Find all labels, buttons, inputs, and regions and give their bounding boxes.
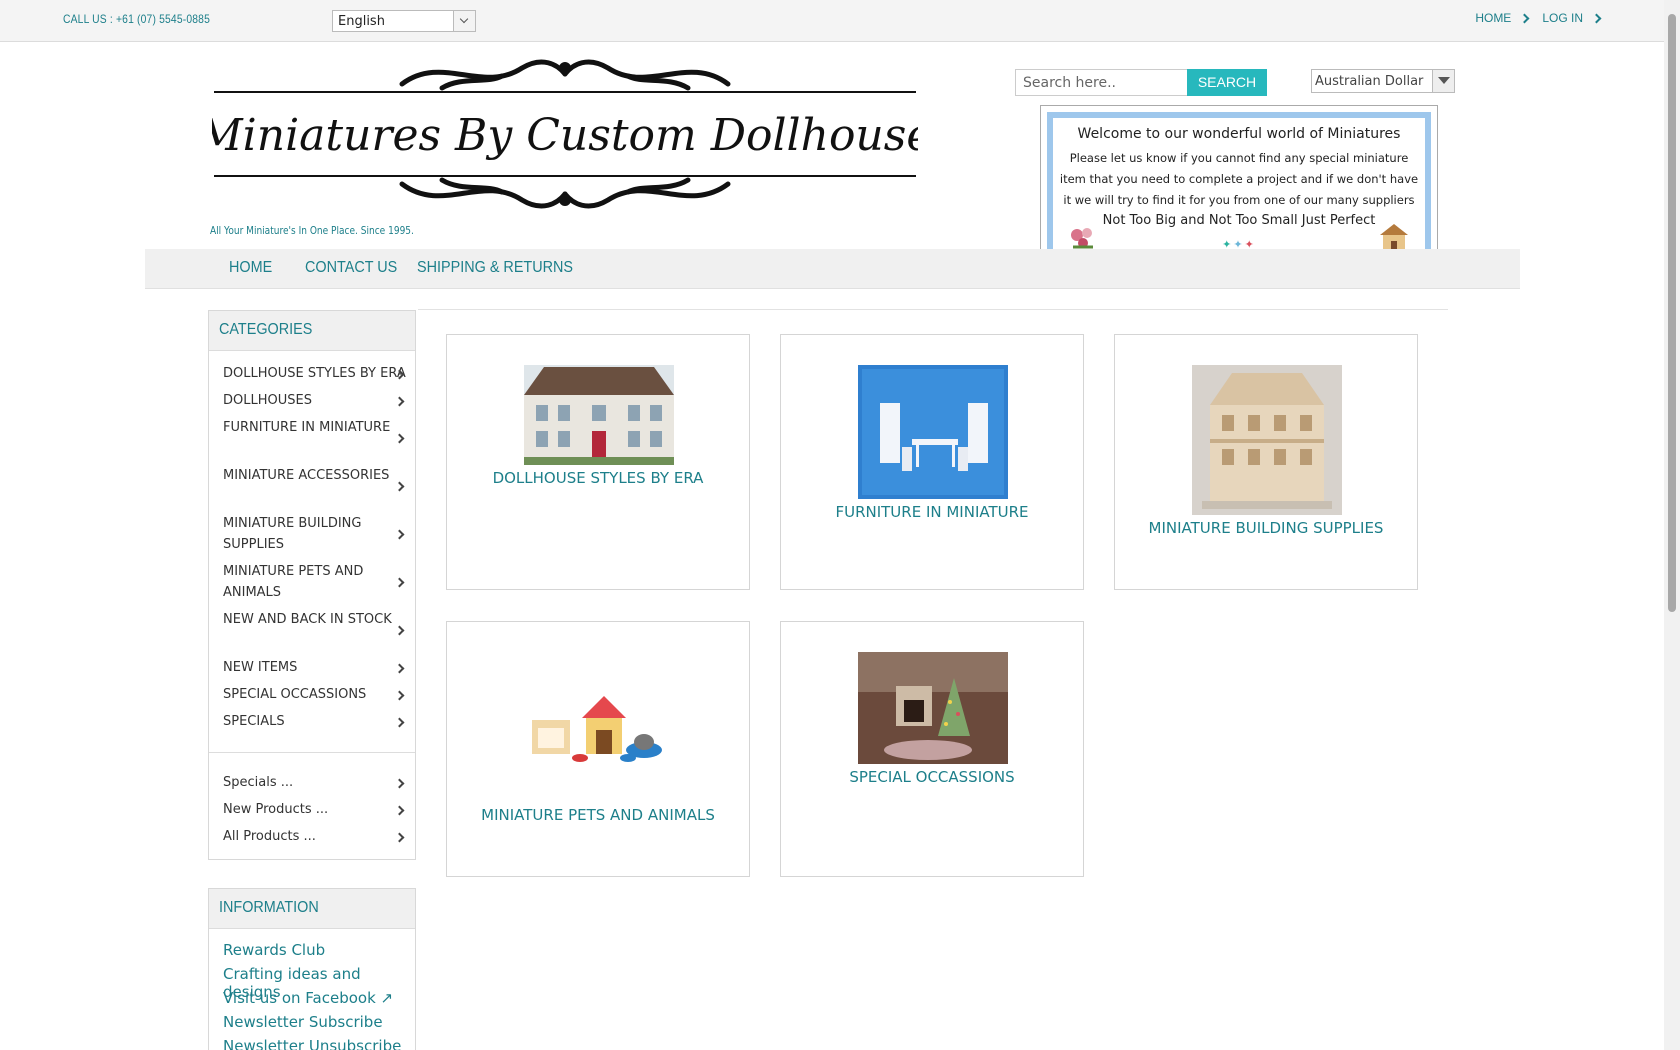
card-label[interactable]: MINIATURE BUILDING SUPPLIES [1115,519,1417,537]
category-card-furniture[interactable]: FURNITURE IN MINIATURE [780,334,1084,590]
sidebar-item-new-back-in-stock[interactable]: NEW AND BACK IN STOCK [223,609,392,630]
chevron-right-icon[interactable] [394,832,405,843]
language-value: English [338,14,385,29]
chevron-down-icon[interactable] [453,11,475,31]
info-link-rewards-club[interactable]: Rewards Club [223,941,325,959]
currency-value: Australian Dollar [1315,74,1424,89]
building-supplies-image[interactable] [1192,365,1342,515]
chevron-right-icon[interactable] [394,481,405,492]
information-title: INFORMATION [209,889,415,929]
category-card-dollhouse-styles[interactable]: DOLLHOUSE STYLES BY ERA [446,334,750,590]
chevron-right-icon[interactable] [394,396,405,407]
dropdown-arrow-icon[interactable] [1432,70,1454,92]
welcome-body: Please let us know if you cannot find an… [1059,151,1419,207]
search-input[interactable]: Search here.. [1015,69,1188,96]
chevron-right-icon[interactable] [394,778,405,789]
info-link-newsletter-unsubscribe[interactable]: Newsletter Unsubscribe [223,1037,401,1050]
nav-shipping-returns[interactable]: SHIPPING & RETURNS [417,259,573,277]
chevron-right-icon[interactable] [394,433,405,444]
chevron-right-icon[interactable] [394,717,405,728]
dollhouse-image[interactable] [524,365,674,465]
store-logo[interactable]: Miniatures By Custom Dollhouse [212,54,918,214]
category-card-pets-animals[interactable]: MINIATURE PETS AND ANIMALS [446,621,750,877]
furniture-image[interactable] [858,365,1008,499]
top-link-login[interactable]: LOG IN [1542,11,1602,25]
page-scrollbar[interactable] [1664,0,1680,1050]
sidebar-item-special-occassions[interactable]: SPECIAL OCCASSIONS [223,684,366,705]
chevron-right-icon[interactable] [394,577,405,588]
info-link-newsletter-subscribe[interactable]: Newsletter Subscribe [223,1013,383,1031]
top-links: HOME LOG IN [1475,11,1602,25]
card-label[interactable]: SPECIAL OCCASSIONS [781,768,1083,786]
information-box: INFORMATION Rewards Club Crafting ideas … [208,888,416,1050]
sidebar-item-all-products[interactable]: All Products ... [223,826,316,847]
sidebar-item-new-items[interactable]: NEW ITEMS [223,657,297,678]
divider [418,309,1448,310]
chevron-right-icon[interactable] [394,625,405,636]
categories-title: CATEGORIES [209,311,415,351]
chevron-right-icon [1519,13,1530,23]
chevron-right-icon [1591,13,1602,23]
call-us-text: CALL US : +61 (07) 5545-0885 [63,12,211,26]
sidebar-item-specials-link[interactable]: Specials ... [223,772,293,793]
logo-text: Miniatures By Custom Dollhouse [212,110,918,161]
welcome-motto: Not Too Big and Not Too Small Just Perfe… [1102,213,1376,228]
special-occassions-image[interactable] [858,652,1008,764]
chevron-right-icon[interactable] [394,805,405,816]
sidebar-item-new-products[interactable]: New Products ... [223,799,328,820]
chevron-right-icon[interactable] [394,529,405,540]
nav-contact-us[interactable]: CONTACT US [305,259,397,277]
category-card-special-occassions[interactable]: SPECIAL OCCASSIONS [780,621,1084,877]
chevron-right-icon[interactable] [394,663,405,674]
card-label[interactable]: FURNITURE IN MINIATURE [781,503,1083,521]
top-link-home[interactable]: HOME [1475,11,1530,25]
welcome-banner: Welcome to our wonderful world of Miniat… [1040,105,1438,272]
welcome-title: Welcome to our wonderful world of Miniat… [1077,126,1401,142]
sidebar-item-building-supplies[interactable]: MINIATURE BUILDING SUPPLIES [223,513,373,555]
tagline: All Your Miniature's In One Place. Since… [210,224,414,237]
search-button[interactable]: SEARCH [1187,69,1267,96]
main-nav: HOME CONTACT US SHIPPING & RETURNS [145,249,1520,289]
sidebar-item-furniture[interactable]: FURNITURE IN MINIATURE [223,417,390,438]
card-label[interactable]: MINIATURE PETS AND ANIMALS [447,806,749,824]
pets-animals-image[interactable] [524,692,674,772]
sidebar-item-accessories[interactable]: MINIATURE ACCESSORIES [223,465,389,486]
scrollbar-thumb[interactable] [1668,14,1676,612]
sidebar-item-dollhouse-styles[interactable]: DOLLHOUSE STYLES BY ERA [223,363,406,384]
currency-select[interactable]: Australian Dollar [1311,69,1455,93]
categories-box: CATEGORIES DOLLHOUSE STYLES BY ERA DOLLH… [208,310,416,860]
chevron-right-icon[interactable] [394,690,405,701]
sidebar-item-pets-animals[interactable]: MINIATURE PETS AND ANIMALS [223,561,373,603]
divider [209,752,415,753]
category-card-building-supplies[interactable]: MINIATURE BUILDING SUPPLIES [1114,334,1418,590]
language-select[interactable]: English [332,10,476,32]
top-bar: CALL US : +61 (07) 5545-0885 English HOM… [0,0,1664,42]
card-label[interactable]: DOLLHOUSE STYLES BY ERA [447,469,749,487]
info-link-facebook[interactable]: Visit us on Facebook ↗ [223,989,393,1007]
sidebar-item-specials[interactable]: SPECIALS [223,711,285,732]
sidebar-item-dollhouses[interactable]: DOLLHOUSES [223,390,312,411]
nav-home[interactable]: HOME [229,259,272,277]
